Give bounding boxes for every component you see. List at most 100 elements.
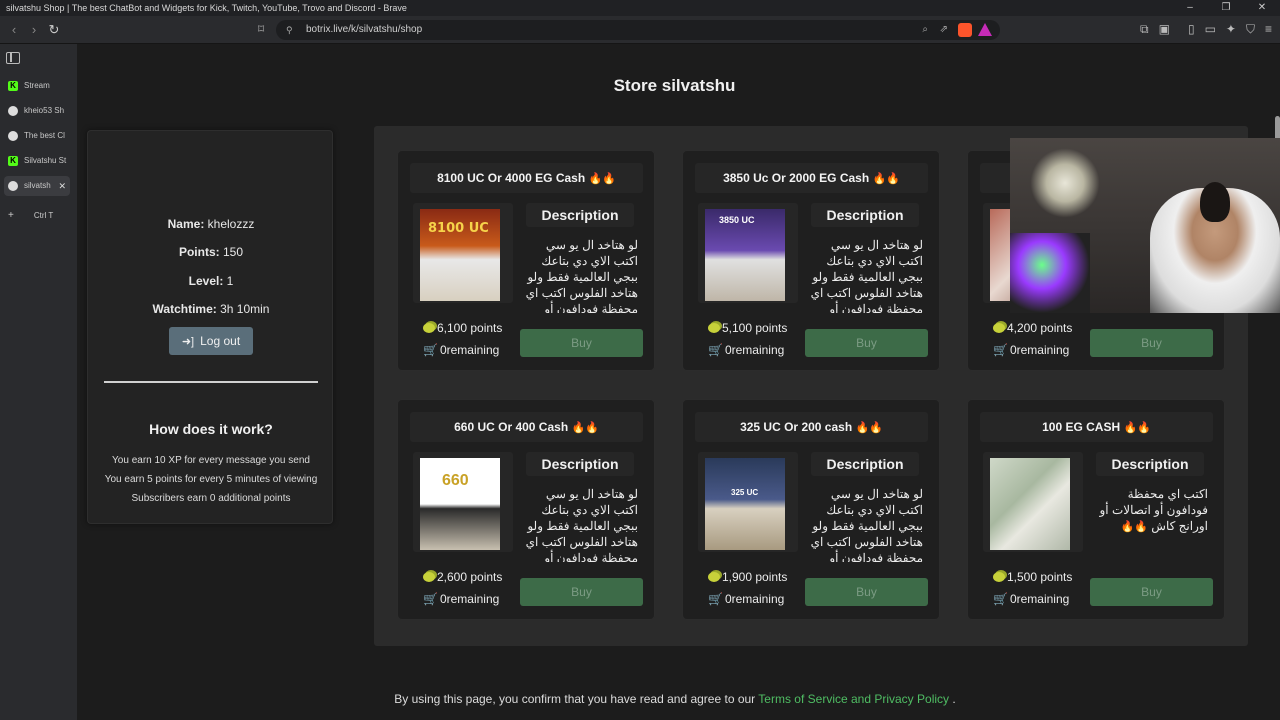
address-bar[interactable]: ⚲ botrix.live/k/silvatshu/shop ⌕ ⇗: [276, 20, 1000, 40]
profile-watchtime: Watchtime: 3h 10min: [88, 302, 334, 316]
tab-silvatshu-shop[interactable]: silvatsh ✕: [4, 176, 70, 196]
tab-the-best-chatbot[interactable]: The best Cl: [4, 126, 70, 146]
buy-button[interactable]: Buy: [805, 329, 928, 357]
brave-shield-icon[interactable]: [958, 23, 972, 37]
leo-icon[interactable]: ✦: [1226, 22, 1236, 37]
url-text[interactable]: botrix.live/k/silvatshu/shop: [306, 24, 422, 35]
item-title-text: 325 UC Or 200 cash: [740, 420, 853, 434]
item-stock: 🛒 0remaining: [993, 343, 1069, 357]
cart-icon: 🛒: [423, 592, 438, 606]
zoom-icon[interactable]: ⌕: [922, 20, 928, 40]
coins-icon: [423, 572, 435, 582]
item-image-frame: 3850 UC: [698, 203, 798, 303]
how-line-points: You earn 5 points for every 5 minutes of…: [104, 474, 318, 485]
item-title-text: 3850 Uc Or 2000 EG Cash: [723, 171, 870, 185]
vpn-icon[interactable]: ⛉: [1246, 22, 1255, 37]
buy-button[interactable]: Buy: [520, 329, 643, 357]
webcam-pc-lights: [1010, 233, 1090, 313]
tab-kheio53-shop[interactable]: kheio53 Sh: [4, 101, 70, 121]
tab-silvatshu-stream[interactable]: K Silvatshu St: [4, 151, 70, 171]
forward-icon[interactable]: ›: [26, 22, 42, 38]
item-image-label: 660: [442, 472, 469, 489]
buy-button[interactable]: Buy: [1090, 578, 1213, 606]
tab-stream[interactable]: K Stream: [4, 76, 70, 96]
window-controls: – ❐ ✕: [1172, 0, 1280, 16]
description-text: لو هتاخد ال يو سي اكتب الاي دي بتاعك ببج…: [810, 487, 923, 562]
footer-suffix: .: [952, 692, 956, 706]
terms-link[interactable]: Terms of Service and Privacy Policy: [758, 692, 949, 706]
botrix-icon: [8, 181, 18, 191]
stock-text: 0remaining: [439, 592, 500, 606]
fire-icon: 🔥🔥: [872, 173, 900, 185]
webcam-streamer-head: [1200, 182, 1230, 222]
how-line-subscribers: Subscribers earn 0 additional points: [131, 493, 291, 504]
coins-icon: [708, 572, 720, 582]
item-image-frame: 8100 UC: [413, 203, 513, 303]
window-title: silvatshu Shop | The best ChatBot and Wi…: [6, 3, 407, 13]
sidebar-toggle-icon[interactable]: [6, 52, 20, 64]
price-text: 1,900 points: [722, 570, 788, 584]
maximize-icon[interactable]: ❐: [1208, 0, 1244, 16]
wallet-icon[interactable]: ▭: [1205, 22, 1216, 37]
description-heading: Description: [526, 203, 634, 227]
divider: [104, 381, 318, 383]
item-price: 5,100 points: [708, 321, 787, 335]
buy-button[interactable]: Buy: [520, 578, 643, 606]
coins-icon: [708, 323, 720, 333]
bookmark-icon[interactable]: ⌑: [258, 22, 264, 36]
item-price: 1,500 points: [993, 570, 1072, 584]
item-title: 100 EG CASH 🔥🔥: [980, 412, 1213, 442]
price-text: 5,100 points: [722, 321, 788, 335]
cart-icon: 🛒: [993, 592, 1008, 606]
item-title: 325 UC Or 200 cash 🔥🔥: [695, 412, 928, 442]
item-image-frame: [983, 452, 1083, 552]
item-stock: 🛒 0remaining: [708, 343, 784, 357]
name-label: Name:: [167, 217, 205, 231]
profile-level: Level: 1: [88, 274, 334, 288]
page-title: Store silvatshu: [613, 76, 736, 95]
footer-notice: By using this page, you confirm that you…: [77, 692, 1273, 706]
item-price: 4,200 points: [993, 321, 1072, 335]
logout-button[interactable]: ➜] Log out: [169, 327, 253, 355]
item-stock: 🛒 0remaining: [708, 592, 784, 606]
logout-label: Log out: [200, 334, 241, 348]
description-text: لو هتاخد ال يو سي اكتب الاي دي بتاعك ببج…: [525, 487, 638, 562]
fire-icon: 🔥🔥: [1120, 521, 1148, 533]
close-tab-icon[interactable]: ✕: [58, 176, 66, 196]
brave-rewards-icon[interactable]: [978, 23, 992, 36]
share-icon[interactable]: ⇗: [940, 20, 948, 40]
screenshot-icon[interactable]: ▣: [1159, 22, 1170, 37]
tab-label: Silvatshu St: [24, 156, 67, 165]
points-label: Points:: [178, 245, 220, 259]
buy-button[interactable]: Buy: [805, 578, 928, 606]
how-it-works-title: How does it work?: [149, 421, 273, 437]
item-image-frame: 325 UC: [698, 452, 798, 552]
minimize-icon[interactable]: –: [1172, 0, 1208, 16]
buy-button[interactable]: Buy: [1090, 329, 1213, 357]
price-text: 1,500 points: [1007, 570, 1073, 584]
close-icon[interactable]: ✕: [1244, 0, 1280, 16]
reload-icon[interactable]: ↻: [46, 22, 62, 38]
item-image-frame: 660: [413, 452, 513, 552]
tab-label: Stream: [24, 81, 50, 90]
menu-icon[interactable]: ≡: [1265, 22, 1272, 37]
sidebar-icon[interactable]: ▯: [1188, 22, 1195, 37]
coins-icon: [993, 323, 1005, 333]
item-price: 1,900 points: [708, 570, 787, 584]
new-tab-button[interactable]: + Ctrl T: [8, 210, 53, 221]
profile-name: Name: khelozzz: [88, 217, 334, 231]
item-image: [990, 458, 1070, 550]
back-icon[interactable]: ‹: [6, 22, 22, 38]
extensions-icon[interactable]: ⧉: [1140, 22, 1149, 37]
new-tab-shortcut: Ctrl T: [33, 211, 54, 220]
cart-icon: 🛒: [708, 343, 723, 357]
item-title: 660 UC Or 400 Cash 🔥🔥: [410, 412, 643, 442]
stock-text: 0remaining: [724, 343, 785, 357]
browser-toolbar: ‹ › ↻ ⌑ ⚲ botrix.live/k/silvatshu/shop ⌕…: [0, 16, 1280, 44]
site-info-icon[interactable]: ⚲: [286, 20, 293, 40]
shop-item-card: 3850 Uc Or 2000 EG Cash 🔥🔥 3850 UC Descr…: [682, 150, 940, 371]
logout-icon: ➜]: [181, 336, 195, 348]
description-text: لو هتاخد ال يو سي اكتب الاي دي بتاعك ببج…: [525, 238, 638, 313]
fire-icon: 🔥🔥: [571, 422, 599, 434]
description-heading: Description: [526, 452, 634, 476]
